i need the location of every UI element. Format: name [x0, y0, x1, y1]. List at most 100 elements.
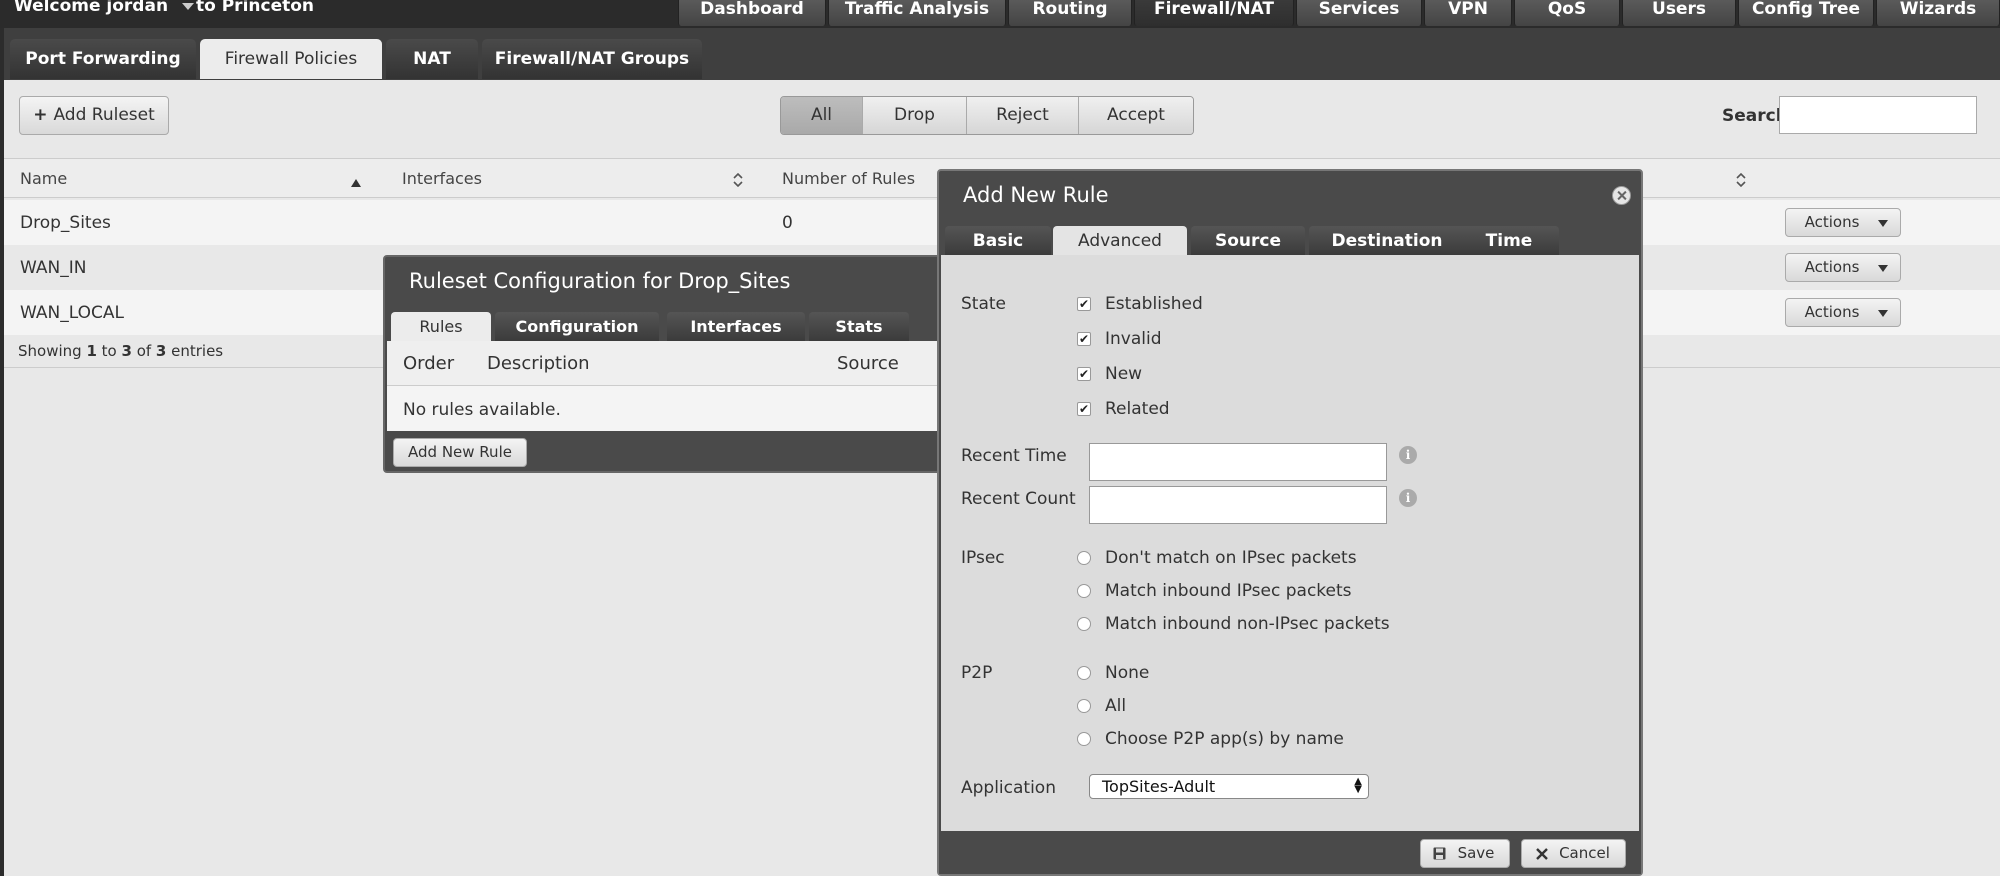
p2p-option-none[interactable]: None: [1077, 663, 1149, 683]
select-arrows-icon: ▲ ▼: [1354, 776, 1362, 795]
save-label: Save: [1457, 844, 1495, 862]
router-name: to Princeton: [196, 0, 315, 16]
ipsec-option-non-ipsec[interactable]: Match inbound non-IPsec packets: [1077, 614, 1390, 634]
tab-stats[interactable]: Stats: [809, 312, 909, 342]
checkbox-checked[interactable]: ✔: [1077, 402, 1091, 416]
main-tab-users[interactable]: Users: [1622, 0, 1736, 26]
tab-destination[interactable]: Destination: [1309, 226, 1465, 256]
state-established[interactable]: ✔ Established: [1077, 294, 1203, 314]
tab-basic[interactable]: Basic: [945, 226, 1051, 256]
filter-reject-button[interactable]: Reject: [967, 97, 1079, 134]
main-tab-routing[interactable]: Routing: [1008, 0, 1132, 26]
save-button[interactable]: Save: [1420, 839, 1510, 868]
state-new[interactable]: ✔ New: [1077, 364, 1142, 384]
rules-table: Order Description Source No rules availa…: [387, 341, 943, 431]
filter-accept-button[interactable]: Accept: [1079, 97, 1193, 134]
add-new-rule-button[interactable]: Add New Rule: [393, 438, 527, 467]
main-tab-traffic-analysis[interactable]: Traffic Analysis: [828, 0, 1006, 26]
subtab-firewall-nat-groups[interactable]: Firewall/NAT Groups: [482, 39, 702, 79]
dialog-title: Add New Rule: [963, 183, 1109, 207]
state-invalid[interactable]: ✔ Invalid: [1077, 329, 1162, 349]
column-header-source[interactable]: Source: [837, 353, 899, 374]
sort-icon[interactable]: [1736, 173, 1746, 187]
info-icon[interactable]: i: [1399, 446, 1417, 464]
tab-time[interactable]: Time: [1459, 226, 1559, 256]
state-related[interactable]: ✔ Related: [1077, 399, 1170, 419]
ruleset-configuration-dialog: Ruleset Configuration for Drop_Sites Rul…: [383, 255, 945, 473]
actions-label: Actions: [1804, 303, 1860, 321]
filter-drop-button[interactable]: Drop: [863, 97, 967, 134]
checkbox-checked[interactable]: ✔: [1077, 332, 1091, 346]
sort-asc-icon[interactable]: [351, 176, 361, 190]
application-select[interactable]: TopSites-Adult ▲ ▼: [1089, 774, 1369, 799]
column-header-interfaces[interactable]: Interfaces: [402, 169, 482, 188]
radio-button[interactable]: [1077, 551, 1091, 565]
radio-label: Don't match on IPsec packets: [1105, 548, 1357, 568]
filter-all-button[interactable]: All: [781, 97, 863, 134]
actions-dropdown-button[interactable]: Actions: [1785, 208, 1901, 237]
column-header-description[interactable]: Description: [487, 353, 590, 374]
main-tab-vpn[interactable]: VPN: [1424, 0, 1512, 26]
ipsec-option-no-match[interactable]: Don't match on IPsec packets: [1077, 548, 1357, 568]
tab-source[interactable]: Source: [1191, 226, 1305, 256]
radio-button[interactable]: [1077, 666, 1091, 680]
main-tab-qos[interactable]: QoS: [1514, 0, 1620, 26]
checkbox-checked[interactable]: ✔: [1077, 297, 1091, 311]
sub-tab-bar: Port Forwarding Firewall Policies NAT Fi…: [4, 28, 2000, 80]
main-tab-firewall-nat[interactable]: Firewall/NAT: [1134, 0, 1294, 26]
radio-button[interactable]: [1077, 699, 1091, 713]
radio-label: Choose P2P app(s) by name: [1105, 729, 1344, 749]
subtab-firewall-policies[interactable]: Firewall Policies: [200, 39, 382, 79]
recent-time-input[interactable]: [1089, 443, 1387, 481]
tab-interfaces[interactable]: Interfaces: [667, 312, 805, 342]
pagination-to: 3: [121, 342, 132, 360]
checkbox-label: Established: [1105, 294, 1203, 314]
empty-state-text: No rules available.: [403, 400, 561, 420]
checkbox-label: New: [1105, 364, 1143, 384]
checkbox-label: Related: [1105, 399, 1170, 419]
chevron-down-icon: [1878, 265, 1888, 272]
radio-button[interactable]: [1077, 584, 1091, 598]
pagination-text: entries: [166, 342, 224, 360]
main-tab-wizards[interactable]: Wizards: [1876, 0, 2000, 26]
radio-button[interactable]: [1077, 732, 1091, 746]
radio-label: Match inbound IPsec packets: [1105, 581, 1352, 601]
tab-configuration[interactable]: Configuration: [495, 312, 659, 342]
main-tab-config-tree[interactable]: Config Tree: [1738, 0, 1874, 26]
cancel-label: Cancel: [1559, 844, 1610, 862]
ipsec-label: IPsec: [961, 548, 1005, 568]
column-header-name[interactable]: Name: [20, 169, 67, 188]
save-icon: [1433, 847, 1446, 860]
recent-count-input[interactable]: [1089, 486, 1387, 524]
close-icon: [1536, 848, 1548, 860]
checkbox-checked[interactable]: ✔: [1077, 367, 1091, 381]
column-header-number-of-rules[interactable]: Number of Rules: [782, 169, 915, 188]
search-input[interactable]: [1779, 96, 1977, 134]
plus-icon: +: [33, 105, 48, 125]
column-header-order[interactable]: Order: [403, 353, 454, 374]
actions-label: Actions: [1804, 213, 1860, 231]
subtab-port-forwarding[interactable]: Port Forwarding: [10, 39, 196, 79]
tab-advanced[interactable]: Advanced: [1053, 226, 1187, 256]
actions-dropdown-button[interactable]: Actions: [1785, 298, 1901, 327]
tab-rules[interactable]: Rules: [391, 312, 491, 342]
p2p-option-all[interactable]: All: [1077, 696, 1126, 716]
sort-icon[interactable]: [733, 173, 743, 187]
cancel-button[interactable]: Cancel: [1521, 839, 1626, 868]
ipsec-option-inbound[interactable]: Match inbound IPsec packets: [1077, 581, 1352, 601]
user-menu[interactable]: Welcome jordan: [14, 0, 195, 16]
close-icon[interactable]: [1612, 186, 1631, 205]
subtab-nat[interactable]: NAT: [386, 39, 478, 79]
p2p-option-by-name[interactable]: Choose P2P app(s) by name: [1077, 729, 1344, 749]
actions-dropdown-button[interactable]: Actions: [1785, 253, 1901, 282]
radio-label: Match inbound non-IPsec packets: [1105, 614, 1390, 634]
actions-label: Actions: [1804, 258, 1860, 276]
radio-label: None: [1105, 663, 1150, 683]
radio-button[interactable]: [1077, 617, 1091, 631]
main-tab-services[interactable]: Services: [1296, 0, 1422, 26]
search-label: Search: [1722, 106, 1788, 126]
add-ruleset-button[interactable]: + Add Ruleset: [19, 96, 169, 135]
info-icon[interactable]: i: [1399, 489, 1417, 507]
recent-time-label: Recent Time: [961, 446, 1067, 466]
main-tab-dashboard[interactable]: Dashboard: [678, 0, 826, 26]
